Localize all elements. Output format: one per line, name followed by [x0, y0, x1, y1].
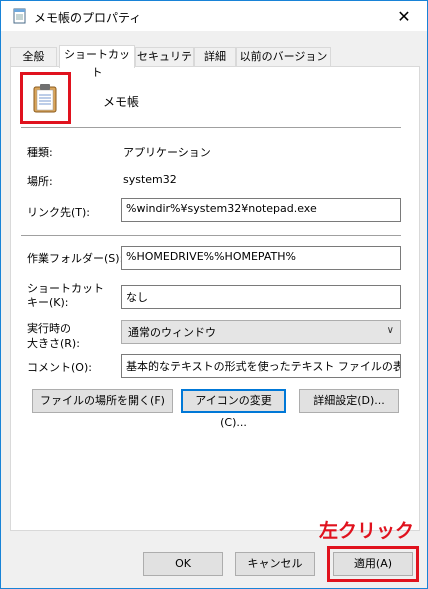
close-button[interactable]: ✕ [381, 1, 427, 31]
left-click-annotation: 左クリック [319, 520, 415, 542]
tab-shortcut[interactable]: ショートカット [59, 45, 135, 79]
tab-bar: 全般 ショートカット セキュリティ 詳細 以前のバージョン [10, 45, 420, 81]
comment-field[interactable]: 基本的なテキストの形式を使ったテキスト ファイルの表示と編 [121, 354, 401, 378]
shortcut-panel: メモ帳 種類: アプリケーション 場所: system32 リンク先(T): %… [10, 66, 420, 531]
icon-highlight-box [20, 72, 71, 124]
workdir-label: 作業フォルダー(S): [27, 252, 124, 265]
apply-highlight-box [327, 546, 419, 582]
properties-window: メモ帳のプロパティ ✕ 全般 ショートカット セキュリティ 詳細 以前のバージョ… [0, 0, 428, 589]
close-icon: ✕ [397, 6, 411, 26]
run-size-dropdown[interactable]: 通常のウィンドウ ∨ [121, 320, 401, 344]
tab-details[interactable]: 詳細 [194, 47, 236, 67]
tab-security[interactable]: セキュリティ [135, 47, 194, 81]
comment-label: コメント(O): [27, 361, 92, 374]
window-title: メモ帳のプロパティ [34, 11, 142, 25]
divider [21, 235, 401, 236]
hotkey-label-line2: キー(K): [27, 296, 69, 309]
run-label-line1: 実行時の [27, 322, 71, 335]
tab-previous-versions[interactable]: 以前のバージョン [236, 47, 331, 67]
location-label: 場所: [27, 175, 53, 188]
location-value: system32 [123, 173, 177, 186]
open-file-location-button[interactable]: ファイルの場所を開く(F) [32, 389, 173, 413]
run-label-line2: 大きさ(R): [27, 337, 80, 350]
notepad-small-icon [11, 8, 27, 24]
tab-general[interactable]: 全般 [10, 47, 57, 67]
change-icon-button[interactable]: アイコンの変更(C)... [181, 389, 286, 429]
hotkey-field[interactable]: なし [121, 285, 401, 309]
title-bar: メモ帳のプロパティ ✕ [1, 1, 427, 31]
target-field[interactable]: %windir%¥system32¥notepad.exe [121, 198, 401, 222]
cancel-button[interactable]: キャンセル [235, 552, 315, 576]
advanced-settings-button[interactable]: 詳細設定(D)... [299, 389, 399, 413]
target-label: リンク先(T): [27, 206, 91, 219]
chevron-down-icon: ∨ [386, 325, 394, 336]
shortcut-name: メモ帳 [103, 95, 140, 109]
type-label: 種類: [27, 146, 53, 159]
run-size-value: 通常のウィンドウ [128, 326, 216, 339]
type-value: アプリケーション [123, 146, 211, 159]
divider [21, 127, 401, 128]
ok-button[interactable]: OK [143, 552, 223, 576]
workdir-field[interactable]: %HOMEDRIVE%%HOMEPATH% [121, 246, 401, 270]
